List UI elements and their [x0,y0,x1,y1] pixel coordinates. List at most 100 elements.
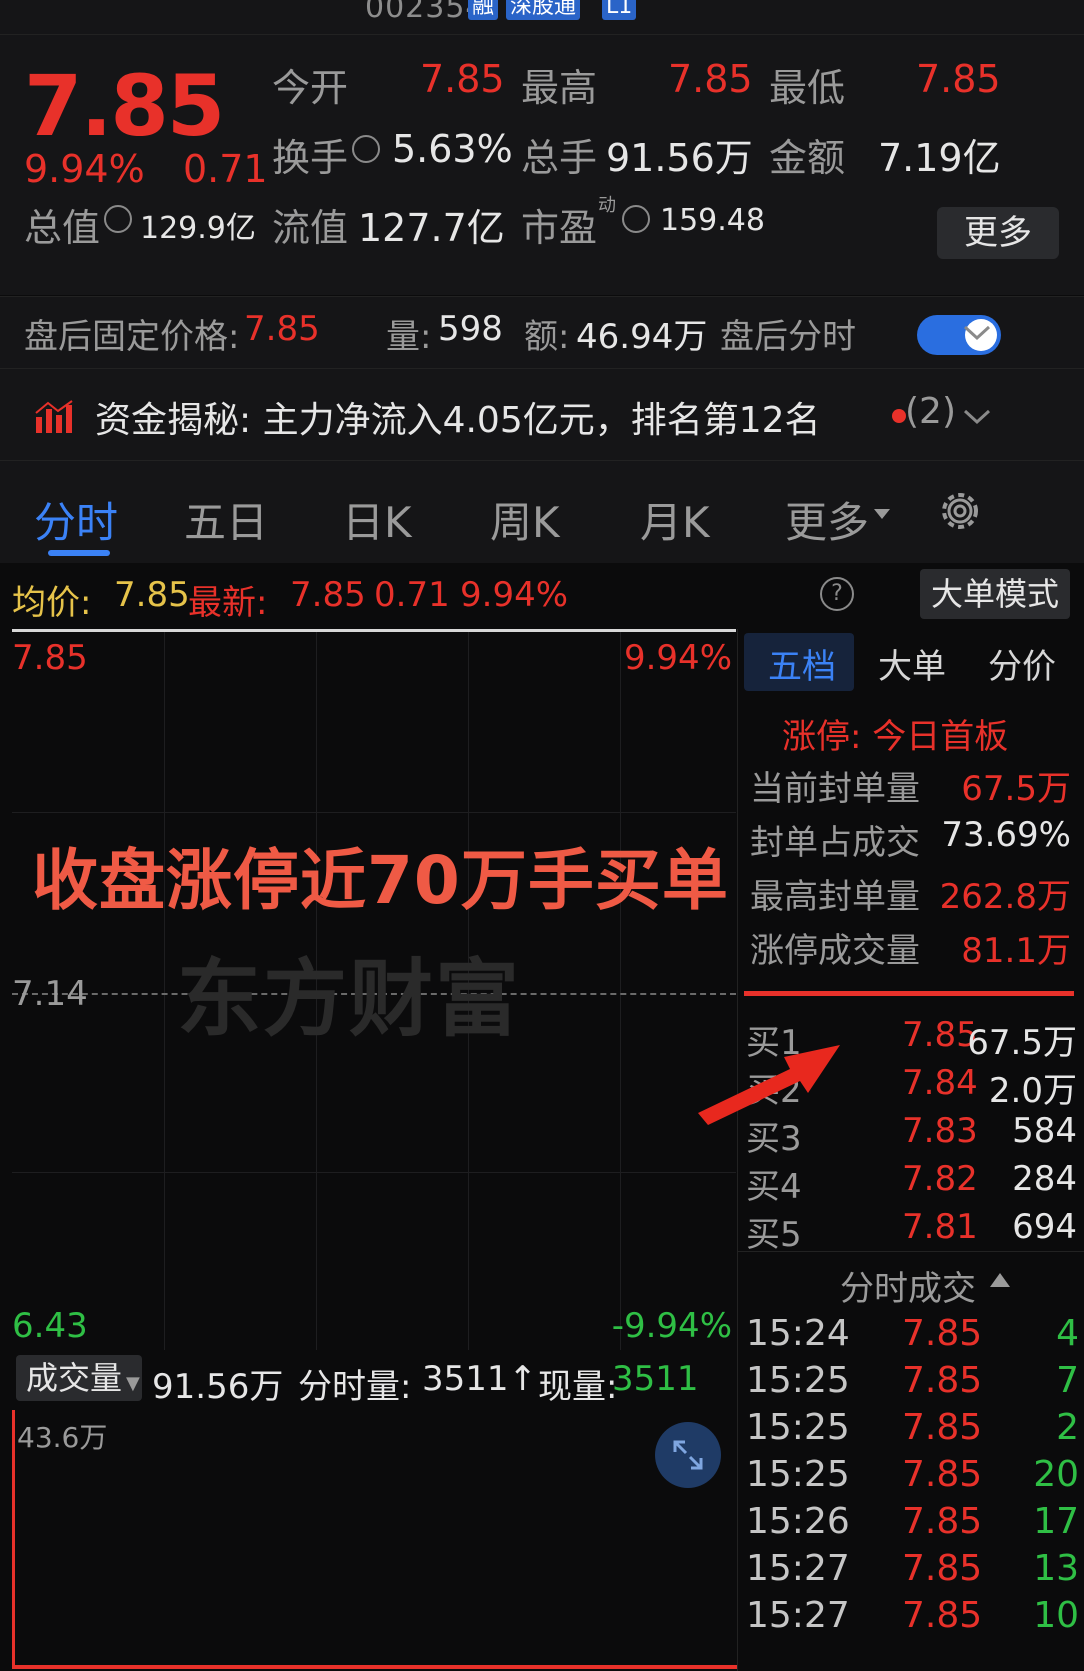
chart-tabs: 分时 五日 日K 周K 月K 更多 [0,460,1084,563]
tab-five-level[interactable]: 五档 [768,639,836,688]
help-icon[interactable]: ? [820,577,854,611]
gear-icon[interactable] [934,485,986,537]
mid-price-label: 7.14 [12,974,88,1014]
period-vol: 3511↑ [422,1359,538,1399]
grid-line [620,632,621,1350]
bottom-pct-label: -9.94% [611,1306,732,1346]
red-arrow-annotation [698,1045,840,1125]
book-volume: 584 [1012,1111,1077,1151]
panel-tabs: 五档 大单 分价 [738,629,1084,693]
trade-volume: 2 [1056,1407,1079,1448]
connect-tag: 深股通 [506,0,581,20]
open-value: 7.85 [420,57,505,101]
change-percent: 9.94% [24,147,145,191]
grid-line [12,1172,736,1173]
top-pct-label: 9.94% [623,638,732,678]
trade-time: 15:26 [746,1501,850,1542]
volume-selector[interactable]: 成交量 ▼ [16,1355,142,1401]
high-label: 最高 [521,66,598,110]
trade-price: 7.85 [902,1313,983,1354]
info-icon[interactable] [352,135,380,163]
tab-more[interactable]: 更多 [785,489,869,550]
period-vol-label: 分时量: [298,1367,412,1407]
active-tab-indicator [48,550,110,556]
more-button[interactable]: 更多 [937,207,1059,259]
top-strip: 002354 融 深股通 L1 [0,0,1084,35]
trade-time: 15:25 [746,1407,850,1448]
caret-down-icon [874,509,890,519]
tab-big-order[interactable]: 大单 [878,639,946,688]
tab-intraday[interactable]: 分时 [34,489,118,550]
annotation-text: 收盘涨停近70万手买单! [32,842,760,919]
stat-label: 当前封单量 [750,769,920,809]
tab-monthly-k[interactable]: 月K [640,489,710,550]
trade-volume: 4 [1056,1313,1079,1354]
turnover-label: 换手 [272,136,349,180]
tab-price-dist[interactable]: 分价 [988,639,1056,688]
volume-chart[interactable]: 43.6万 [12,1410,739,1669]
stat-value: 81.1万 [961,931,1071,971]
float-value: 127.7亿 [358,206,505,250]
chevron-down-icon[interactable] [962,407,992,427]
trade-time: 15:25 [746,1454,850,1495]
ah-switch-label: 盘后分时 [720,317,856,357]
stat-label: 涨停成交量 [750,931,920,971]
trade-volume: 7 [1056,1360,1079,1401]
price-info-line: 均价: 7.85 最新: 7.85 0.71 9.94% ? 大单模式 [0,563,1084,627]
volume-selector-label: 成交量 [26,1359,123,1397]
margin-tag: 融 [468,0,499,20]
trade-volume: 10 [1033,1595,1079,1636]
bottom-price-label: 6.43 [12,1306,88,1346]
stat-value: 67.5万 [961,769,1071,809]
low-label: 最低 [769,66,846,110]
stat-value: 73.69% [941,815,1071,855]
trade-volume: 17 [1033,1501,1079,1542]
trade-price: 7.85 [902,1360,983,1401]
tab-weekly-k[interactable]: 周K [490,489,560,550]
open-label: 今开 [272,66,349,110]
trades-title[interactable]: 分时成交 [840,1261,976,1310]
capital-flow-row[interactable]: 资金揭秘: 主力净流入4.05亿元，排名第12名 (2) [0,368,1084,461]
pe-value: 159.48 [660,203,765,238]
book-volume: 2.0万 [988,1071,1077,1111]
volume-max-label: 43.6万 [17,1421,108,1454]
high-value: 7.85 [668,57,753,101]
trade-price: 7.85 [902,1454,983,1495]
ah-price: 7.85 [244,309,320,349]
now-vol-label: 现量: [538,1367,618,1407]
tab-daily-k[interactable]: 日K [342,489,412,550]
limit-up-title: 涨停: 今日首板 [782,717,1009,757]
level-tag: L1 [602,0,637,20]
ah-amt-label: 额: [524,317,570,357]
amount-label: 金额 [769,136,846,180]
caret-up-icon [990,1273,1010,1287]
stat-value: 262.8万 [939,877,1071,917]
ah-amt: 46.94万 [576,317,708,357]
latest-change: 0.71 [374,575,450,615]
book-label: 买5 [746,1215,802,1255]
tab-five-day[interactable]: 五日 [184,489,268,550]
pe-label: 市盈 [521,206,598,250]
avg-label: 均价: [12,583,92,623]
divider [738,1251,1084,1252]
trade-time: 15:24 [746,1313,850,1354]
trade-volume: 20 [1033,1454,1079,1495]
divider [744,991,1074,996]
book-label: 买4 [746,1167,802,1207]
big-order-mode-button[interactable]: 大单模式 [920,569,1070,619]
book-volume: 694 [1012,1207,1077,1247]
stat-label: 最高封单量 [750,877,920,917]
low-value: 7.85 [916,57,1001,101]
expand-icon[interactable] [655,1422,721,1488]
book-volume: 67.5万 [967,1023,1077,1063]
stat-label: 封单占成交 [750,823,920,863]
trade-price: 7.85 [902,1407,983,1448]
volume-label: 总手 [521,136,598,180]
chevron-down-icon[interactable] [962,323,992,343]
info-icon[interactable] [622,205,650,233]
volume-header: 成交量 ▼ 91.56万 分时量: 3511↑ 现量: 3511 [12,1347,736,1407]
info-icon[interactable] [104,205,132,233]
ah-vol: 598 [438,309,503,349]
avg-value: 7.85 [114,575,190,615]
intraday-chart[interactable]: 东方财富 7.85 9.94% 7.14 6.43 -9.94% 收盘涨停近70… [12,629,759,1350]
